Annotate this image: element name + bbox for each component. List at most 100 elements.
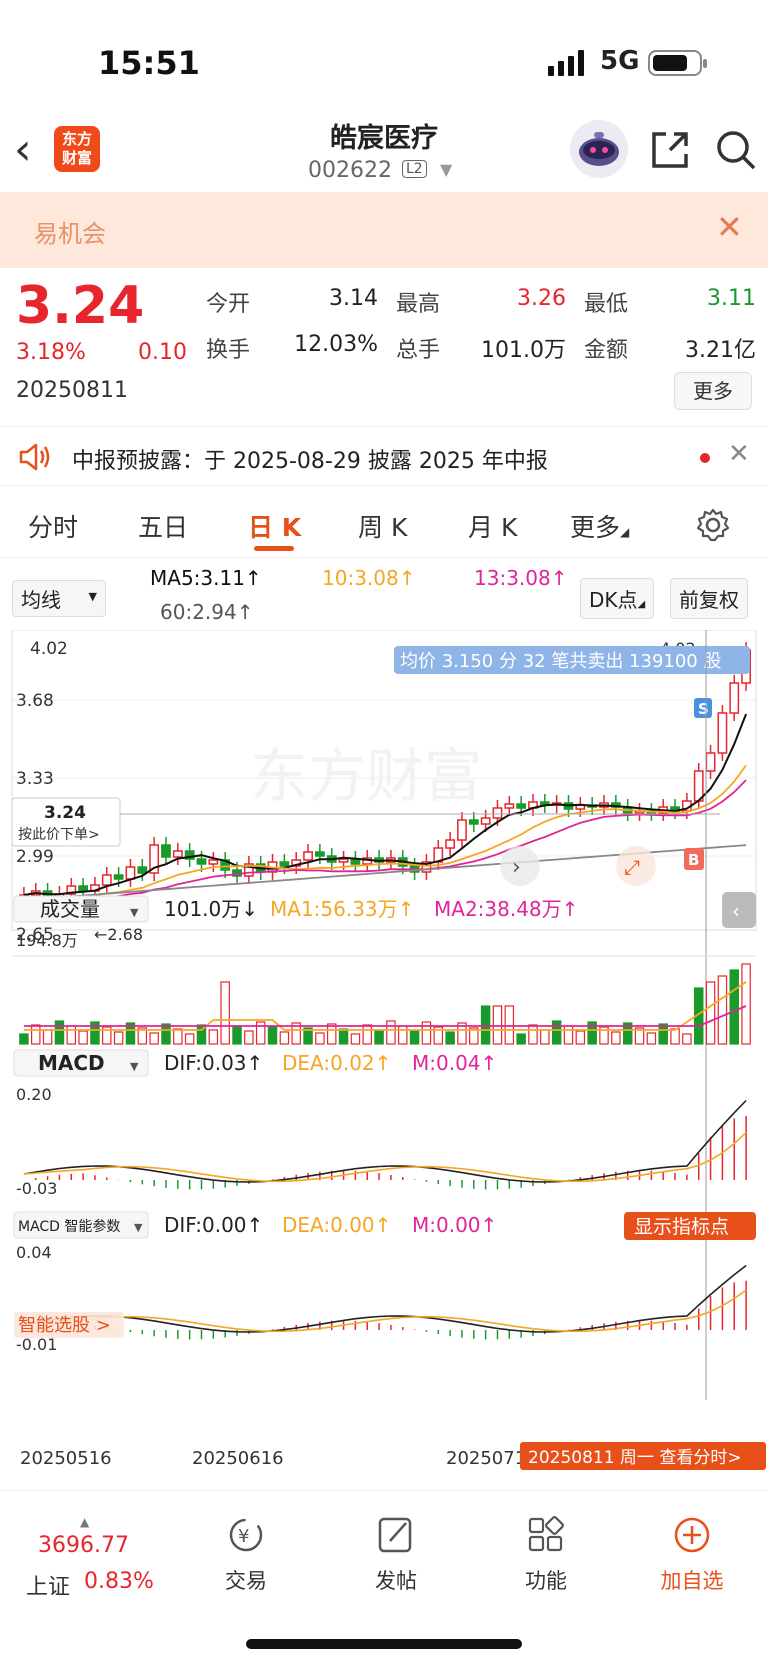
notice-bar[interactable]: 中报预披露：于 2025-08-29 披露 2025 年中报 ✕	[0, 426, 768, 486]
tab-weekly-k[interactable]: 周 K	[358, 508, 407, 544]
candle-body	[303, 851, 313, 861]
caret-down-icon[interactable]: ▼	[440, 160, 452, 179]
candle-body	[705, 752, 716, 772]
volume-bar	[445, 1031, 455, 1045]
add-watchlist-label: 加自选	[660, 1569, 724, 1593]
index-value[interactable]: 3696.77	[38, 1533, 129, 1558]
function-button[interactable]: 功能	[496, 1515, 596, 1595]
low-marker: ←2.68	[94, 925, 143, 944]
volume-ma2: MA2:38.48万↑	[434, 897, 578, 921]
back-icon[interactable]: ‹	[14, 128, 32, 172]
volume-bar	[244, 1030, 254, 1045]
search-icon[interactable]	[714, 128, 758, 172]
volume-bar	[161, 1023, 171, 1045]
index-name: 上证	[26, 1575, 71, 1600]
candle-body	[113, 874, 124, 880]
opportunity-banner[interactable]: 易机会 ✕	[0, 192, 768, 268]
candle-body	[196, 858, 207, 865]
volume-bar	[386, 1020, 396, 1045]
price-tag-action: 按此价下单>	[18, 827, 100, 843]
tab-intraday[interactable]: 分时	[28, 508, 78, 544]
x-tick-2: 20250616	[192, 1448, 284, 1469]
price-tag-value: 3.24	[44, 803, 86, 823]
volume-bar	[682, 1033, 692, 1045]
dk-point-button[interactable]: DK点◢	[580, 578, 655, 619]
volume-bar	[66, 1025, 77, 1045]
smart-pick-label: 智能选股 >	[18, 1315, 111, 1336]
smart-dea: DEA:0.00↑	[282, 1213, 391, 1237]
macd-dif: DIF:0.03↑	[164, 1051, 263, 1075]
candle-body	[101, 874, 112, 886]
volume-bar	[267, 1026, 278, 1045]
candle-body	[457, 819, 467, 841]
more-button[interactable]: 更多	[674, 372, 752, 410]
volume-bar	[113, 1031, 124, 1045]
macd-dea-line	[23, 1132, 747, 1183]
volume-value: 101.0万↓	[164, 897, 258, 921]
candle-body	[516, 803, 527, 809]
trade-yen-icon: ¥	[229, 1518, 263, 1552]
svg-text:¥: ¥	[238, 1526, 249, 1547]
smart-m: M:0.00↑	[412, 1213, 497, 1237]
trade-label: 交易	[225, 1569, 267, 1593]
volume-bar	[575, 1030, 586, 1045]
chevron-right-icon: ›	[512, 855, 521, 880]
function-label: 功能	[525, 1569, 567, 1593]
tab-daily-k[interactable]: 日 K	[248, 508, 301, 544]
app-logo[interactable]: 东方 财富	[54, 126, 100, 172]
ma-selector-label: 均线	[21, 588, 61, 612]
volume-bar	[338, 1028, 349, 1045]
volume-bar	[149, 1032, 159, 1045]
volume-y-max: 194.8万	[16, 931, 78, 950]
candle-body	[492, 807, 503, 819]
volume-bar	[54, 1020, 65, 1045]
ma-selector[interactable]: 均线 ▼	[12, 580, 106, 617]
turnover-label: 换手	[206, 338, 251, 363]
smart-macd-legend: MACD 智能参数 ▼ DIF:0.00↑ DEA:0.00↑ M:0.00↑	[13, 1211, 497, 1239]
candle-body	[125, 866, 136, 880]
expand-up-icon[interactable]: ▲	[80, 1515, 89, 1529]
tab-five-day[interactable]: 五日	[138, 508, 188, 544]
trade-button[interactable]: ¥ 交易	[196, 1515, 296, 1595]
volume-bar	[563, 1025, 574, 1045]
last-price: 3.24	[16, 276, 145, 336]
share-icon[interactable]	[648, 128, 692, 172]
volume-bar	[540, 1029, 550, 1045]
quote-date: 20250811	[16, 378, 128, 403]
show-indicator-label: 显示指标点	[634, 1216, 729, 1238]
tab-more[interactable]: 更多◢	[570, 508, 629, 544]
candle-body	[480, 817, 491, 825]
price-order-tag[interactable]: 3.24 按此价下单>	[11, 797, 121, 847]
close-icon[interactable]: ✕	[728, 439, 750, 469]
robot-avatar-icon[interactable]	[570, 120, 628, 178]
tab-monthly-k[interactable]: 月 K	[468, 508, 517, 544]
volume-bar	[504, 1005, 515, 1045]
cursor-date-text: 20250811 周一 查看分时>	[528, 1448, 742, 1468]
post-button[interactable]: 发帖	[346, 1515, 446, 1595]
kline-chart[interactable]: 东方财富 4.02 3.68 3.33 2.99 2.65 3.24 按此价下单…	[0, 630, 768, 1490]
high-label: 最高	[396, 292, 441, 317]
low-label: 最低	[584, 292, 629, 317]
macd-y-max: 0.20	[16, 1085, 52, 1104]
settings-gear-icon[interactable]	[696, 508, 730, 542]
volume-bar	[670, 1028, 680, 1045]
candle-body	[208, 859, 219, 865]
tab-more-label: 更多	[570, 513, 621, 542]
network-type: 5G	[600, 46, 640, 76]
close-icon[interactable]: ✕	[716, 208, 743, 246]
amount-value: 3.21亿	[685, 338, 756, 363]
add-watchlist-button[interactable]: 加自选	[642, 1515, 742, 1595]
add-circle-icon	[674, 1517, 710, 1553]
volume-bar	[78, 1030, 88, 1045]
level-badge[interactable]: L2	[402, 160, 427, 178]
nav-bar: 皓宸医疗 ‹ 东方 财富 002622 L2 ▼	[0, 110, 768, 192]
adjust-button[interactable]: 前复权	[670, 578, 748, 619]
macd-chart	[23, 1099, 747, 1190]
caret-down-icon: ▼	[130, 1060, 139, 1073]
volume-legend: 成交量 ▼ 101.0万↓ MA1:56.33万↑ MA2:38.48万↑	[13, 895, 578, 923]
smart-macd-selector-label: MACD 智能参数	[18, 1218, 120, 1235]
volume-bar	[398, 1025, 408, 1045]
volume-label: 总手	[396, 338, 441, 363]
ma13-value: 13:3.08↑	[474, 566, 568, 590]
volume-bar	[611, 1031, 621, 1045]
